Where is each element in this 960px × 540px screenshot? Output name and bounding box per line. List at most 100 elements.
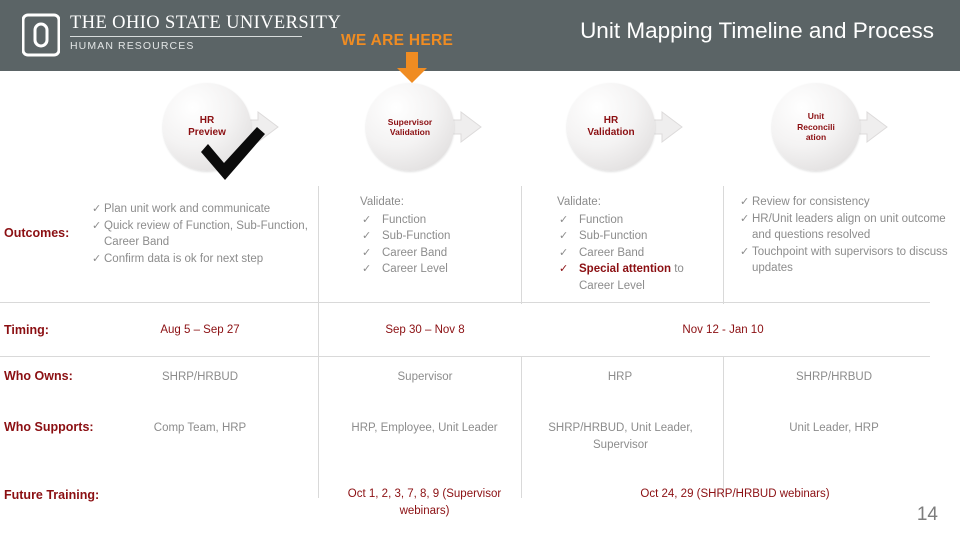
- list-item: ✓ Function: [557, 212, 717, 229]
- list-item-text: HR/Unit leaders align on unit outcome an…: [752, 212, 946, 242]
- list-item: ✓ Confirm data is ok for next step: [92, 251, 314, 268]
- check-icon: ✓: [92, 252, 102, 265]
- slide-root: THE OHIO STATE UNIVERSITY HUMAN RESOURCE…: [0, 0, 960, 540]
- block-o-icon: [22, 11, 60, 59]
- step-4-line-2: Reconcili: [797, 121, 835, 132]
- check-icon: ✓: [362, 246, 372, 259]
- step-circle-4: Unit Reconcili ation: [772, 83, 860, 171]
- list-item-text: Career Level: [382, 263, 448, 275]
- page-number: 14: [916, 504, 938, 525]
- row-label-outcomes: Outcomes:: [4, 226, 70, 240]
- check-icon: ✓: [92, 219, 102, 232]
- timing-cell-2: Sep 30 – Nov 8: [385, 324, 465, 336]
- outcomes-list-1: ✓ Plan unit work and communicate ✓ Quick r…: [92, 201, 314, 267]
- step-2-line-2: Validation: [389, 127, 431, 137]
- row-label-future-training: Future Training:: [4, 488, 100, 502]
- timing-cell-3: Nov 12 - Jan 10: [682, 324, 764, 336]
- logo-divider: [70, 36, 302, 37]
- check-icon: ✓: [740, 212, 750, 225]
- row-label-who-supports: Who Supports:: [4, 420, 94, 434]
- list-item: ✓ Career Band: [557, 245, 717, 262]
- list-item: ✓ Career Band: [360, 245, 510, 262]
- validate-heading-3: Validate:: [557, 196, 601, 208]
- list-item: ✓ Sub-Function: [360, 228, 510, 245]
- step-4-line-1: Unit: [807, 111, 825, 122]
- list-item: ✓ Quick review of Function, Sub-Function,…: [92, 218, 314, 251]
- grid-vline-2: [521, 186, 522, 304]
- outcomes-list-4: ✓ Review for consistency ✓ HR/Unit leaders…: [740, 194, 948, 277]
- who-owns-cell-1: SHRP/HRBUD: [161, 371, 239, 383]
- grid-vline-1: [318, 186, 319, 356]
- who-owns-cell-2: Supervisor: [397, 371, 453, 383]
- page-title: Unit Mapping Timeline and Process: [580, 18, 934, 43]
- outcomes-list-2: ✓ Function ✓ Sub-Function ✓ Career Band ✓ Ca…: [360, 212, 510, 278]
- step-2-line-1: Supervisor: [387, 116, 433, 127]
- check-icon: ✓: [559, 213, 569, 226]
- check-icon: ✓: [362, 230, 372, 242]
- completed-check-icon: [198, 125, 268, 183]
- list-item-text: Function: [382, 213, 427, 226]
- grid-hline-timing: [0, 356, 930, 357]
- list-item-emphasis: ✓ Special attention to Career Level: [557, 261, 717, 294]
- step-3-line-1: HR: [603, 115, 619, 126]
- down-arrow-icon: [395, 52, 429, 84]
- department-name: HUMAN RESOURCES: [70, 40, 195, 52]
- list-item: ✓ Review for consistency: [740, 194, 948, 211]
- step-4-line-3: ation: [805, 132, 827, 143]
- osu-logo: THE OHIO STATE UNIVERSITY HUMAN RESOURCE…: [22, 11, 341, 59]
- list-item-text: Confirm data is ok for next step: [104, 252, 264, 265]
- list-item-text: Sub-Function: [382, 230, 451, 242]
- list-item-text: Sub-Function: [579, 230, 648, 242]
- list-item-text: Career Band: [579, 246, 645, 259]
- who-supports-cell-2: HRP, Employee, Unit Leader: [351, 422, 498, 434]
- outcomes-cell-1: ✓ Plan unit work and communicate ✓ Quick r…: [92, 201, 314, 267]
- outcomes-cell-3: Validate: ✓ Function ✓ Sub-Function ✓ Caree…: [557, 194, 717, 294]
- process-step-unit-reconciliation[interactable]: Unit Reconcili ation: [772, 83, 960, 181]
- check-icon: ✓: [559, 246, 569, 259]
- check-icon: ✓: [740, 196, 750, 208]
- list-item: ✓ Sub-Function: [557, 228, 717, 245]
- validate-heading-2: Validate:: [360, 196, 404, 208]
- who-supports-cell-4: Unit Leader, HRP: [789, 422, 879, 434]
- who-owns-cell-4: SHRP/HRBUD: [795, 371, 873, 383]
- institution-name: THE OHIO STATE UNIVERSITY: [70, 13, 342, 33]
- list-item-text: Quick review of Function, Sub-Function, …: [104, 219, 308, 249]
- outcomes-cell-2: Validate: ✓ Function ✓ Sub-Function ✓ Caree…: [360, 194, 510, 278]
- check-icon: ✓: [559, 263, 569, 275]
- process-step-hr-validation[interactable]: HR Validation: [567, 83, 772, 181]
- future-training-cell-3: Oct 24, 29 (SHRP/HRBUD webinars): [640, 488, 830, 500]
- process-steps: HR Preview Supervisor Validation HR Vali…: [0, 83, 960, 181]
- step-circle-2: Supervisor Validation: [366, 83, 454, 171]
- list-item: ✓ Career Level: [360, 261, 510, 278]
- grid-vline-1b: [318, 356, 319, 498]
- outcomes-list-3: ✓ Function ✓ Sub-Function ✓ Career Band ✓ Sp…: [557, 212, 717, 295]
- slide-header: THE OHIO STATE UNIVERSITY HUMAN RESOURCE…: [0, 0, 960, 71]
- process-step-hr-preview[interactable]: HR Preview: [163, 83, 368, 181]
- check-icon: ✓: [559, 230, 569, 242]
- grid-hline-outcomes: [0, 302, 930, 303]
- list-item: ✓ Function: [360, 212, 510, 229]
- grid-vline-2b: [521, 356, 522, 498]
- process-step-supervisor-validation[interactable]: Supervisor Validation: [366, 83, 571, 181]
- list-item-text: Touchpoint with supervisors to discuss u…: [752, 245, 948, 275]
- grid-vline-3: [723, 186, 724, 304]
- step-circle-3: HR Validation: [567, 83, 655, 171]
- row-label-who-owns: Who Owns:: [4, 369, 73, 383]
- row-label-timing: Timing:: [4, 323, 49, 337]
- grid-vline-3b: [723, 356, 724, 498]
- who-owns-cell-3: HRP: [607, 371, 633, 383]
- who-supports-cell-1: Comp Team, HRP: [153, 422, 247, 434]
- check-icon: ✓: [362, 263, 372, 275]
- we-are-here-label: WE ARE HERE: [341, 32, 454, 49]
- list-item: ✓ HR/Unit leaders align on unit outcome a…: [740, 211, 948, 244]
- check-icon: ✓: [362, 213, 372, 226]
- list-item-text: Career Band: [382, 246, 448, 259]
- list-item-text: Function: [579, 213, 624, 226]
- emphasis-strong-text: Special attention: [579, 263, 672, 275]
- list-item: ✓ Touchpoint with supervisors to discuss …: [740, 244, 948, 277]
- step-3-line-2: Validation: [587, 127, 635, 138]
- check-icon: ✓: [740, 245, 750, 258]
- check-icon: ✓: [92, 203, 102, 215]
- list-item-text: Plan unit work and communicate: [104, 203, 271, 215]
- timing-cell-1: Aug 5 – Sep 27: [160, 324, 240, 336]
